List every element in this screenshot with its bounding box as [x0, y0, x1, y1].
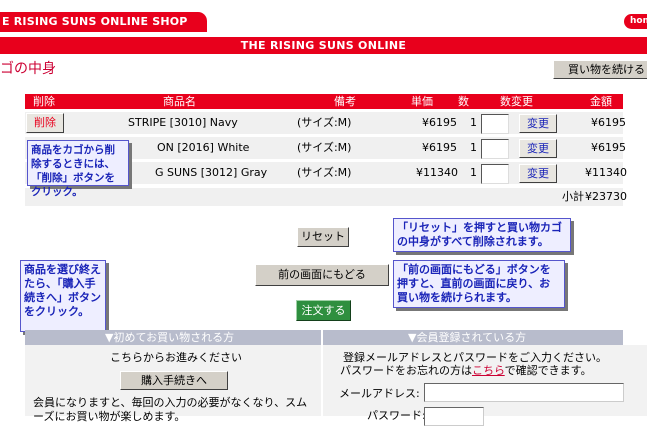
forgot-password-link[interactable]: こちら: [472, 364, 505, 377]
line-amount: ¥6195: [591, 116, 626, 129]
page-title: ゴの中身: [0, 61, 56, 77]
product-name: ON [2016] White: [157, 141, 250, 154]
cart-row: 削除 STRIPE [3010] Navy (サイズ:M) ¥6195 1 変更…: [25, 112, 626, 134]
line-amount: ¥6195: [591, 141, 626, 154]
update-button[interactable]: 変更: [519, 164, 557, 183]
first-time-body: 会員になりますと、毎回の入力の必要がなくなり、スムーズにお買い物が楽しめます。: [33, 396, 308, 423]
product-name: STRIPE [3010] Navy: [128, 116, 238, 129]
first-time-lead: こちらからお進みください: [110, 351, 242, 364]
product-name: G SUNS [3012] Gray: [155, 166, 268, 179]
reset-help-tooltip: 「リセット」を押すと買い物カゴの中身がすべて削除されます。: [393, 218, 571, 252]
unit-price: ¥6195: [422, 116, 457, 129]
quantity-input[interactable]: [481, 139, 509, 159]
banner-bar: THE RISING SUNS ONLINE: [0, 37, 647, 54]
col-change: 数変更: [500, 95, 533, 108]
home-link[interactable]: hom: [624, 14, 647, 29]
continue-shopping-button[interactable]: 買い物を続ける: [553, 60, 647, 79]
product-note: (サイズ:M): [297, 116, 352, 129]
subtotal-label: 小計: [562, 190, 584, 203]
member-instruction: 登録メールアドレスとパスワードをご入力ください。: [343, 351, 607, 364]
forgot-password-line: パスワードをお忘れの方はこちらで確認できます。: [340, 364, 592, 377]
subtotal-value: ¥23730: [585, 190, 627, 203]
subtotal-row: 小計 ¥23730: [25, 188, 627, 206]
line-amount: ¥11340: [585, 166, 627, 179]
product-note: (サイズ:M): [297, 166, 352, 179]
col-amount: 金額: [590, 95, 612, 108]
member-panel: 登録メールアドレスとパスワードをご入力ください。 パスワードをお忘れの方はこちら…: [323, 345, 647, 426]
delete-help-tooltip: 商品をカゴから削除するときには、「削除」ボタンをクリック。: [27, 140, 129, 198]
col-price: 単価: [411, 95, 433, 108]
forgot-password-suffix: で確認できます。: [504, 364, 592, 377]
back-help-tooltip: 「前の画面にもどる」ボタンを押すと、直前の画面に戻り、お買い物を続けられます。: [393, 260, 565, 308]
update-button[interactable]: 変更: [519, 114, 557, 133]
col-product: 商品名: [163, 95, 196, 108]
update-button[interactable]: 変更: [519, 139, 557, 158]
reset-button[interactable]: リセット: [297, 227, 349, 247]
col-note: 備考: [334, 95, 356, 108]
first-time-heading: ▼初めてお買い物される方: [25, 330, 321, 345]
checkout-help-tooltip: 商品を選び終えたら、「購入手続きへ」ボタンをクリック。: [20, 260, 106, 332]
email-field[interactable]: [424, 383, 624, 402]
col-delete: 削除: [33, 95, 55, 108]
quantity: 1: [470, 166, 477, 179]
delete-button[interactable]: 削除: [26, 113, 64, 133]
password-label: パスワード:: [367, 409, 426, 422]
quantity: 1: [470, 116, 477, 129]
quantity-input[interactable]: [481, 164, 509, 184]
email-label: メールアドレス:: [339, 387, 420, 400]
member-heading: ▼会員登録されている方: [323, 330, 623, 345]
password-field[interactable]: [424, 407, 484, 426]
unit-price: ¥11340: [416, 166, 458, 179]
unit-price: ¥6195: [422, 141, 457, 154]
quantity-input[interactable]: [481, 114, 509, 134]
forgot-password-text: パスワードをお忘れの方は: [340, 364, 472, 377]
back-button[interactable]: 前の画面にもどる: [255, 264, 389, 286]
shop-logo[interactable]: E RISING SUNS ONLINE SHOP: [0, 12, 207, 32]
product-note: (サイズ:M): [297, 141, 352, 154]
cart-table-header: 削除 商品名 備考 単価 数 数変更 金額: [25, 94, 623, 109]
checkout-button[interactable]: 購入手続きへ: [120, 371, 228, 390]
col-qty: 数: [458, 95, 469, 108]
first-time-panel: こちらからお進みください 購入手続きへ 会員になりますと、毎回の入力の必要がなく…: [25, 345, 321, 423]
quantity: 1: [470, 141, 477, 154]
order-button[interactable]: 注文する: [296, 300, 351, 321]
